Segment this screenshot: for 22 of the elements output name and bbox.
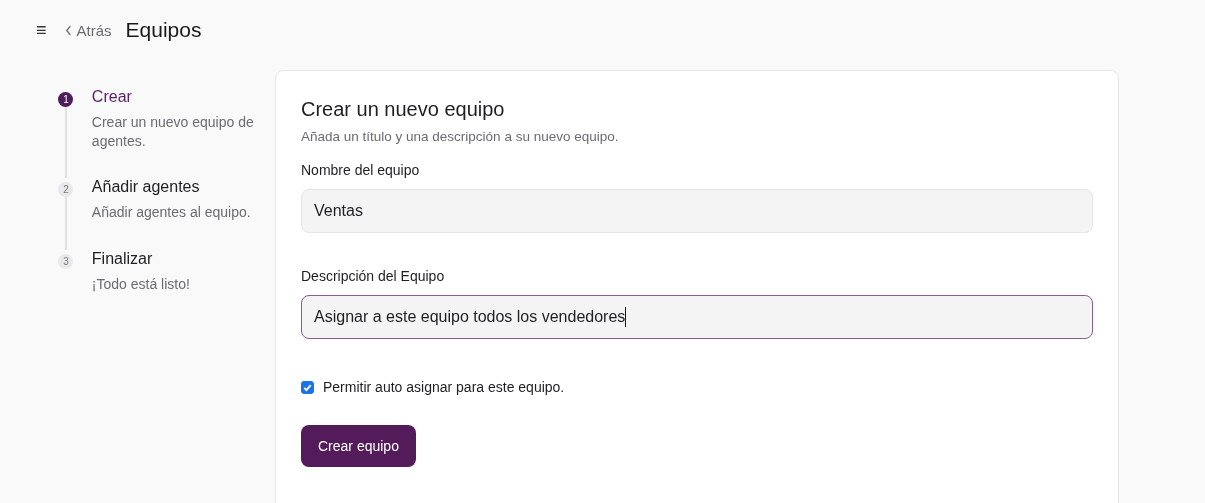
field-label: Descripción del Equipo xyxy=(301,268,446,284)
chevron-left-icon xyxy=(64,24,72,36)
step-title: Añadir agentes xyxy=(91,178,201,196)
step-number: 2 xyxy=(58,182,74,197)
step-description: Añadir agentes al equipo. xyxy=(91,203,252,222)
checkbox-label: Permitir auto asignar para este equipo. xyxy=(323,379,565,395)
step-number: 3 xyxy=(58,254,74,269)
page-title: Equipos xyxy=(125,18,202,42)
step-title: Finalizar xyxy=(91,250,154,268)
checkbox[interactable] xyxy=(301,380,314,394)
step-description: ¡Todo está listo! xyxy=(91,275,191,294)
create-team-button[interactable]: Crear equipo xyxy=(301,425,416,467)
input-field[interactable]: Asignar a este equipo todos los vendedores xyxy=(301,295,1093,339)
field-label: Nombre del equipo xyxy=(301,162,421,178)
back-link[interactable]: Atrás xyxy=(64,21,112,39)
form-title: Crear un nuevo equipo xyxy=(301,98,506,121)
step-title: Crear xyxy=(91,88,133,106)
form-subtitle: Añada un título y una descripción a su nuevo equipo. xyxy=(301,129,620,144)
input-field[interactable]: Ventas xyxy=(301,189,1093,233)
menu-icon[interactable]: ≡ xyxy=(36,19,47,41)
step-number: 1 xyxy=(58,92,74,107)
step-description: Crear un nuevo equipo de agentes. xyxy=(91,113,255,151)
